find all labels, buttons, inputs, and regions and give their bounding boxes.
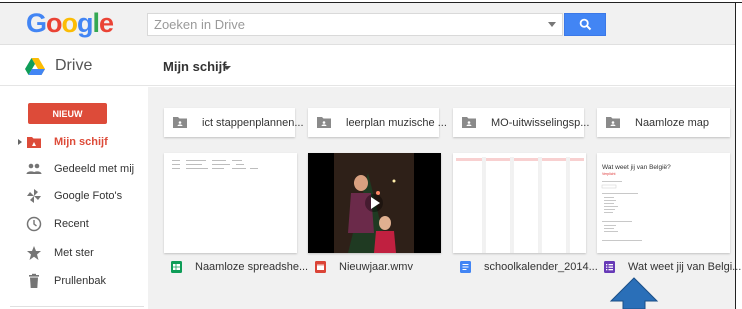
folder-icon [317, 117, 331, 128]
search-input[interactable] [148, 14, 538, 35]
folder-card[interactable]: Naamloze map [597, 108, 730, 137]
video-file-icon [315, 261, 326, 273]
pinwheel-icon [27, 189, 41, 203]
file-entry[interactable]: schoolkalender_2014... [453, 257, 598, 279]
sidebar: NIEUW Mijn schijf Gedeeld met mij Google… [0, 87, 148, 309]
sidebar-divider [10, 306, 144, 307]
sidebar-item-shared[interactable]: Gedeeld met mij [0, 158, 148, 180]
sidebar-item-my-drive[interactable]: Mijn schijf [0, 131, 148, 153]
file-name: Nieuwjaar.wmv [339, 261, 413, 273]
search-icon [579, 18, 591, 31]
top-bar: Google [0, 3, 735, 45]
file-thumbnail-spreadsheet[interactable] [164, 153, 297, 253]
file-name: schoolkalender_2014... [484, 261, 598, 273]
sidebar-item-starred[interactable]: Met ster [0, 242, 148, 264]
search-options-chevron-icon[interactable] [548, 22, 556, 27]
people-icon [26, 163, 42, 174]
folder-name: Naamloze map [635, 116, 709, 129]
folder-icon [173, 117, 187, 128]
logo-letter: G [26, 8, 47, 38]
drive-folder-icon [27, 137, 41, 148]
clock-icon [26, 216, 42, 232]
form-subtitle: Verplicht [602, 172, 615, 176]
folder-icon [606, 117, 620, 128]
file-entry[interactable]: Nieuwjaar.wmv [308, 257, 441, 279]
form-icon [604, 261, 615, 273]
drive-logo-icon [25, 58, 45, 75]
sidebar-item-label: Prullenbak [54, 275, 106, 287]
app-title: Drive [55, 57, 93, 74]
folder-name: leerplan muzische ... [346, 116, 447, 129]
file-thumbnail-video[interactable] [308, 153, 441, 253]
file-entry[interactable]: Wat weet jij van Belgi... [597, 257, 741, 279]
trash-icon [29, 273, 39, 288]
folder-name: MO-uitwisselingsp... [491, 116, 590, 129]
form-title: Wat weet jij van België? [602, 164, 671, 171]
video-preview [308, 153, 441, 253]
sidebar-item-label: Mijn schijf [54, 136, 108, 148]
file-thumbnail-form[interactable]: Wat weet jij van België? Verplicht [597, 153, 730, 253]
sidebar-item-label: Gedeeld met mij [54, 163, 135, 175]
spreadsheet-preview [164, 153, 297, 253]
document-icon [460, 261, 471, 273]
search-box [147, 13, 563, 36]
file-name: Wat weet jij van Belgi... [628, 261, 742, 273]
form-preview: Wat weet jij van België? Verplicht [597, 153, 730, 253]
chevron-down-icon[interactable] [223, 66, 231, 70]
file-grid: ict stappenplannen... leerplan muzische … [148, 87, 741, 309]
folder-name: ict stappenplannen... [202, 116, 304, 129]
calendar-preview [453, 153, 586, 253]
logo-letter: o [61, 8, 78, 38]
logo-letter: e [99, 8, 114, 38]
folder-card[interactable]: MO-uitwisselingsp... [453, 108, 589, 137]
drive-window: Google Drive Mijn schijf NIEUW [0, 0, 742, 309]
sidebar-item-label: Google Foto's [54, 190, 123, 202]
pointer-arrow-icon [609, 277, 659, 309]
folder-card[interactable]: leerplan muzische ... [308, 108, 447, 137]
sidebar-item-recent[interactable]: Recent [0, 213, 148, 235]
file-entry[interactable]: Naamloze spreadshe... [164, 257, 308, 279]
sidebar-item-trash[interactable]: Prullenbak [0, 270, 148, 292]
sidebar-item-label: Recent [54, 218, 89, 230]
logo-letter: g [77, 8, 93, 38]
location-dropdown-label[interactable]: Mijn schijf [163, 59, 227, 74]
new-button[interactable]: NIEUW [28, 103, 107, 124]
drive-toolbar: Drive Mijn schijf [0, 46, 735, 86]
folder-card[interactable]: ict stappenplannen... [164, 108, 304, 137]
sidebar-item-photos[interactable]: Google Foto's [0, 185, 148, 207]
file-thumbnail-document[interactable] [453, 153, 586, 253]
file-name: Naamloze spreadshe... [195, 261, 309, 273]
search-button[interactable] [564, 13, 606, 36]
sidebar-item-label: Met ster [54, 247, 94, 259]
expand-arrow-icon[interactable] [18, 139, 22, 145]
google-logo[interactable]: Google [26, 8, 114, 39]
folder-icon [462, 117, 476, 128]
logo-letter: o [46, 8, 62, 38]
spreadsheet-icon [171, 261, 182, 273]
star-icon [27, 246, 41, 260]
